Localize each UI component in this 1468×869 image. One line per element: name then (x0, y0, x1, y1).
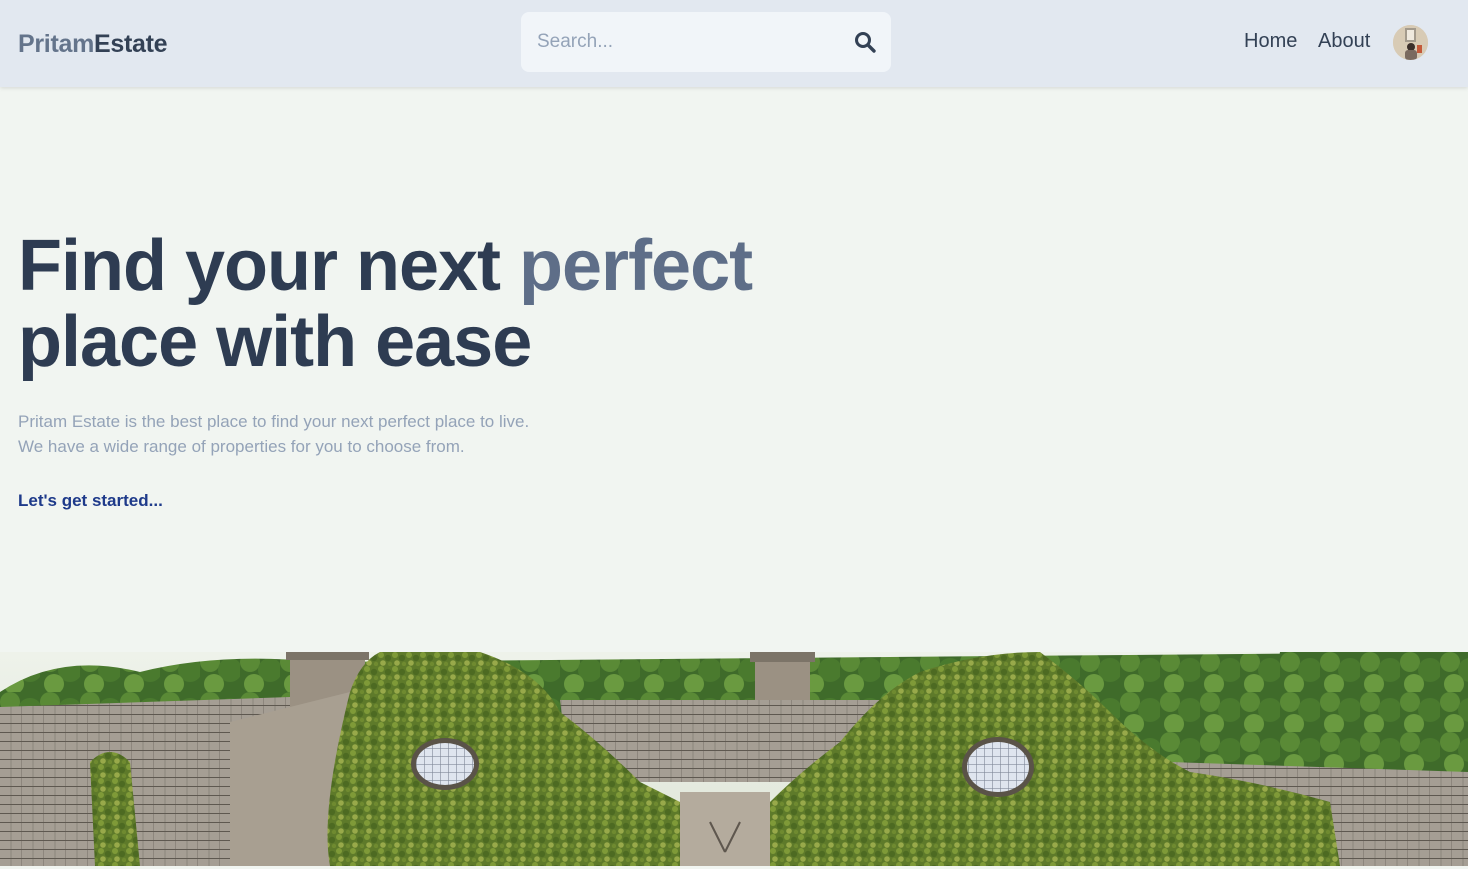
search-input[interactable] (535, 12, 845, 72)
hero-description: Pritam Estate is the best place to find … (18, 409, 618, 459)
avatar[interactable] (1393, 25, 1428, 60)
avatar-image (1393, 25, 1428, 60)
top-navbar: PritamEstate Home About (0, 0, 1468, 87)
search-icon[interactable] (853, 30, 877, 54)
search-form (521, 12, 891, 72)
logo-part-estate: Estate (94, 30, 168, 58)
hero-title-accent: perfect (519, 226, 753, 306)
nav-link-about[interactable]: About (1318, 28, 1370, 54)
logo[interactable]: PritamEstate (18, 28, 168, 60)
nav-link-home[interactable]: Home (1244, 28, 1297, 54)
hero-description-line1: Pritam Estate is the best place to find … (18, 412, 530, 431)
hero-title-start: Find your next (18, 226, 520, 306)
hero-description-line2: We have a wide range of properties for y… (18, 437, 465, 456)
hero-title-line2: place with ease (18, 302, 532, 382)
logo-part-pritam: Pritam (18, 30, 95, 58)
get-started-link[interactable]: Let's get started... (18, 489, 163, 513)
property-photo (0, 652, 1468, 866)
hero-title: Find your next perfect place with ease (18, 226, 753, 382)
ivy-house-image (0, 652, 1468, 866)
